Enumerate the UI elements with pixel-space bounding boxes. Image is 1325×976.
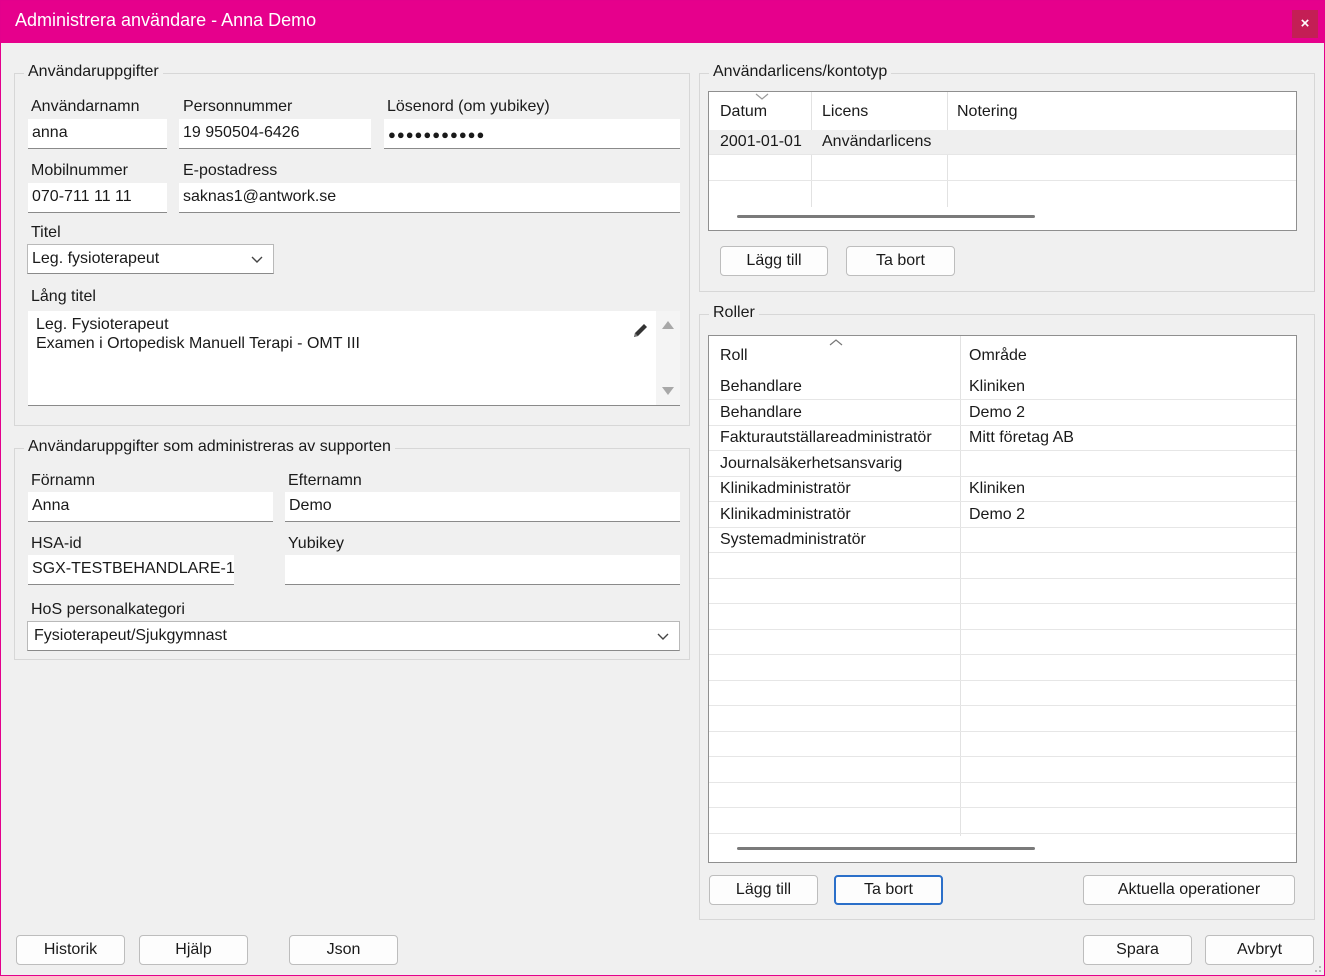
email-field[interactable]: saknas1@antwork.se (179, 183, 680, 213)
license-legend: Användarlicens/kontotyp (709, 63, 892, 81)
role-cell-role: Behandlare (720, 378, 802, 395)
empty-row (709, 156, 1296, 181)
title-label: Titel (31, 224, 61, 241)
window-title: Administrera användare - Anna Demo (15, 10, 317, 30)
license-header-license[interactable]: Licens (822, 103, 868, 121)
password-label: Lösenord (om yubikey) (387, 98, 550, 115)
long-title-line-1: Leg. Fysioterapeut (36, 316, 169, 333)
hsa-field[interactable]: SGX-TESTBEHANDLARE-1 (28, 555, 234, 585)
roles-horizontal-scrollbar[interactable] (737, 847, 1035, 850)
support-details-legend: Användaruppgifter som administreras av s… (24, 438, 395, 456)
long-title-scrollbar[interactable] (656, 311, 680, 405)
role-cell-role: Klinikadministratör (720, 480, 851, 497)
role-cell-area: Demo 2 (969, 403, 1026, 421)
empty-row (709, 732, 1296, 757)
empty-row (709, 809, 1296, 834)
roles-header-area[interactable]: Område (969, 347, 1027, 365)
table-row[interactable]: Klinikadministratör Kliniken (709, 477, 1296, 502)
resize-grip-icon[interactable] (1310, 961, 1322, 973)
table-row[interactable]: Behandlare Kliniken (709, 375, 1296, 400)
empty-row (709, 681, 1296, 706)
license-remove-button[interactable]: Ta bort (846, 246, 955, 276)
yubikey-label: Yubikey (288, 535, 345, 552)
title-select-value: Leg. fysioterapeut (32, 250, 160, 267)
license-header-date[interactable]: Datum (720, 103, 767, 121)
empty-row (709, 579, 1296, 604)
mobile-label: Mobilnummer (31, 162, 128, 179)
license-header-note[interactable]: Notering (957, 103, 1017, 121)
roles-header-role[interactable]: Roll (720, 347, 748, 365)
empty-row (709, 707, 1296, 732)
close-button[interactable]: × (1292, 10, 1318, 38)
role-cell-role: Klinikadministratör (720, 505, 851, 523)
lastname-label: Efternamn (288, 472, 362, 489)
long-title-label: Lång titel (31, 288, 96, 305)
role-cell-area: Demo 2 (969, 505, 1026, 523)
ssn-label: Personnummer (183, 98, 293, 115)
chevron-down-icon (657, 633, 669, 640)
admin-user-dialog: Administrera användare - Anna Demo × Anv… (0, 0, 1325, 976)
role-cell-role: Journalsäkerhetsansvarig (720, 454, 903, 472)
firstname-label: Förnamn (31, 472, 96, 489)
current-operations-button[interactable]: Aktuella operationer (1083, 875, 1295, 905)
save-button[interactable]: Spara (1083, 935, 1192, 965)
sort-ascending-icon (829, 339, 843, 346)
ssn-field[interactable]: 19 950504-6426 (179, 119, 371, 149)
table-row[interactable]: Journalsäkerhetsansvarig (709, 452, 1296, 477)
table-row[interactable]: 2001-01-01 Användarlicens (709, 130, 1296, 155)
username-label: Användarnamn (31, 98, 140, 115)
lastname-field[interactable]: Demo (285, 492, 680, 522)
empty-row (709, 783, 1296, 808)
roles-table[interactable]: Roll Område Behandlare Kliniken Behandlare… (708, 335, 1297, 863)
role-cell-role: Fakturautställareadministratör (720, 429, 932, 446)
roles-remove-button[interactable]: Ta bort (834, 875, 943, 905)
sort-descending-icon (755, 93, 769, 100)
password-field[interactable]: ●●●●●●●●●●● (384, 119, 680, 149)
license-add-button[interactable]: Lägg till (720, 246, 828, 276)
category-select[interactable]: Fysioterapeut/Sjukgymnast (27, 621, 680, 651)
license-horizontal-scrollbar[interactable] (737, 215, 1035, 218)
chevron-down-icon (251, 256, 263, 263)
mobile-field[interactable]: 070-711 11 11 (28, 183, 167, 213)
category-label: HoS personalkategori (31, 601, 185, 618)
role-cell-area: Mitt företag AB (969, 429, 1074, 446)
license-table[interactable]: Datum Licens Notering 2001-01-01 Använda… (708, 91, 1297, 231)
long-title-line-2: Examen i Ortopedisk Manuell Terapi - OMT… (36, 335, 360, 352)
username-field[interactable]: anna (28, 119, 167, 149)
table-row[interactable]: Klinikadministratör Demo 2 (709, 503, 1296, 528)
category-select-value: Fysioterapeut/Sjukgymnast (34, 627, 227, 644)
empty-row (709, 605, 1296, 630)
long-title-textarea[interactable]: Leg. Fysioterapeut Examen i Ortopedisk M… (28, 311, 680, 406)
title-select[interactable]: Leg. fysioterapeut (27, 244, 274, 274)
firstname-field[interactable]: Anna (28, 492, 273, 522)
license-cell-license: Användarlicens (822, 133, 932, 150)
table-row[interactable]: Systemadministratör (709, 528, 1296, 553)
yubikey-field[interactable] (285, 555, 680, 585)
roles-add-button[interactable]: Lägg till (709, 875, 818, 905)
scroll-up-icon[interactable] (662, 321, 674, 329)
empty-row (709, 656, 1296, 681)
title-bar[interactable]: Administrera användare - Anna Demo × (1, 1, 1324, 43)
role-cell-area: Kliniken (969, 378, 1026, 395)
user-details-legend: Användaruppgifter (24, 63, 163, 81)
history-button[interactable]: Historik (16, 935, 125, 965)
help-button[interactable]: Hjälp (139, 935, 248, 965)
role-cell-role: Systemadministratör (720, 531, 866, 548)
table-row[interactable]: Fakturautställareadministratör Mitt föret… (709, 426, 1296, 451)
scroll-down-icon[interactable] (662, 387, 674, 395)
email-label: E-postadress (183, 162, 278, 179)
hsa-label: HSA-id (31, 535, 82, 552)
json-button[interactable]: Json (289, 935, 398, 965)
role-cell-role: Behandlare (720, 403, 802, 421)
role-cell-area: Kliniken (969, 480, 1026, 497)
empty-row (709, 181, 1296, 206)
empty-row (709, 554, 1296, 579)
roles-legend: Roller (709, 304, 759, 322)
table-row[interactable]: Behandlare Demo 2 (709, 401, 1296, 426)
empty-row (709, 758, 1296, 783)
pencil-icon[interactable] (632, 321, 650, 339)
empty-row (709, 630, 1296, 655)
license-cell-date: 2001-01-01 (720, 133, 802, 150)
cancel-button[interactable]: Avbryt (1205, 935, 1314, 965)
